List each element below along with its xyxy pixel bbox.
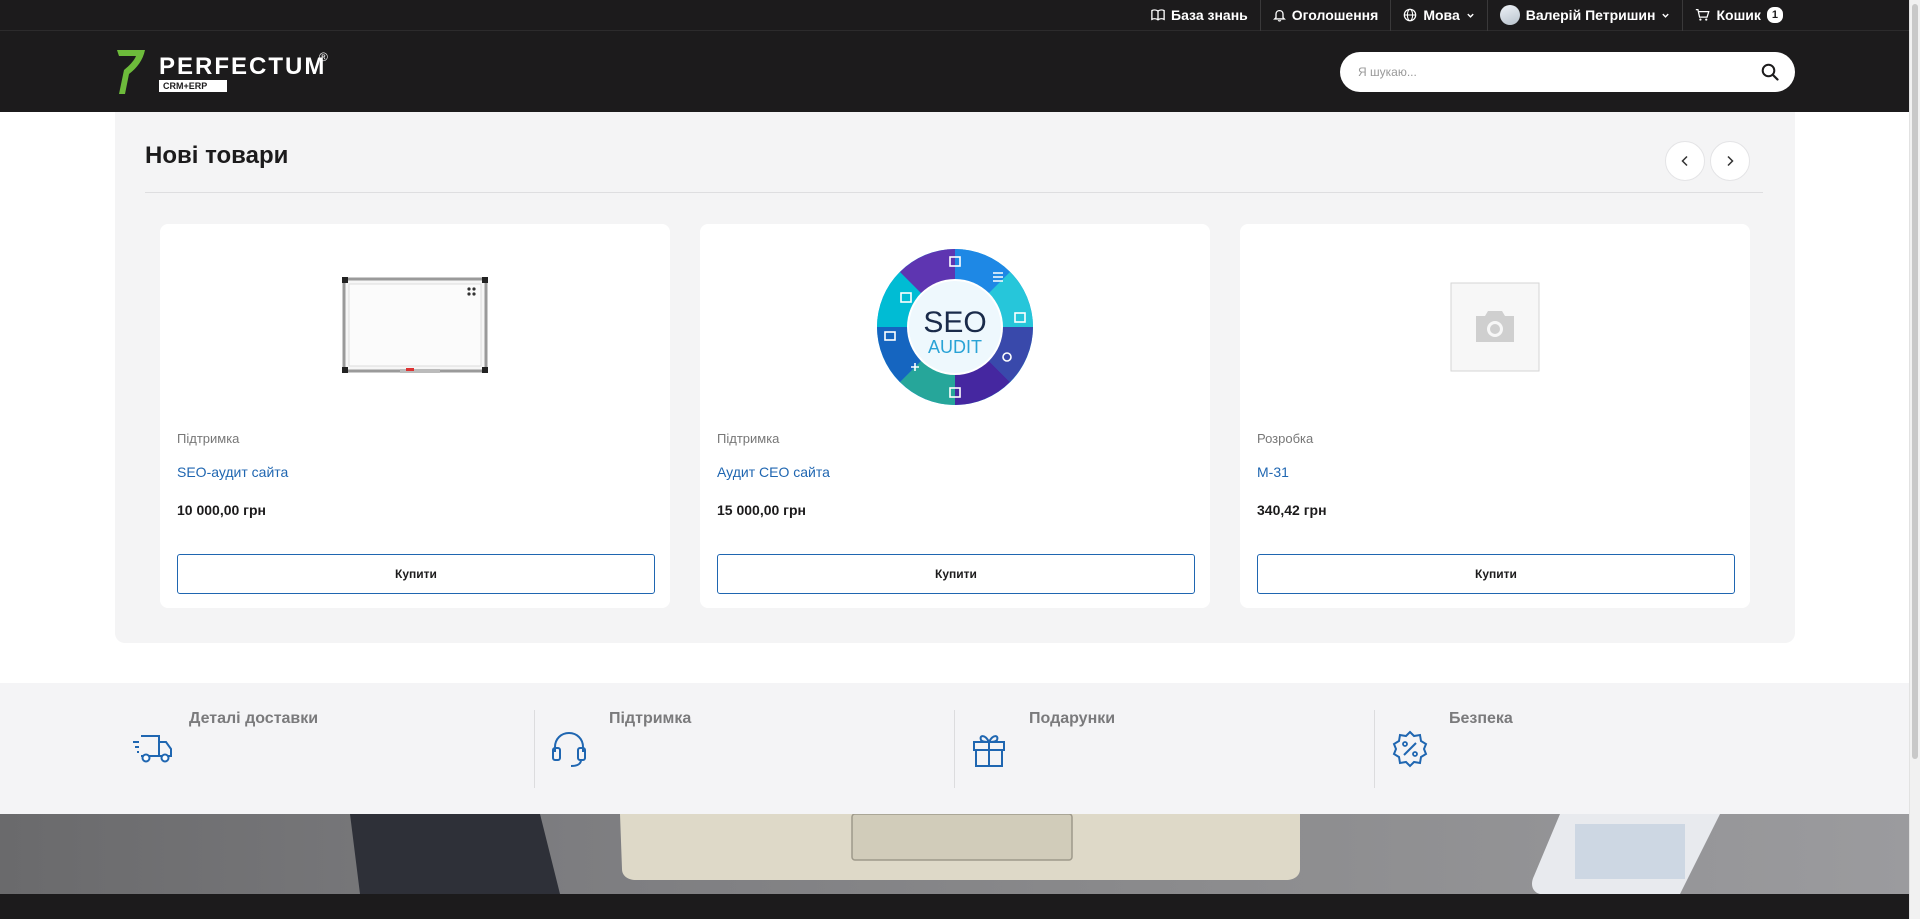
bell-icon (1272, 9, 1286, 22)
background-photo-banner (0, 814, 1909, 894)
product-price: 15 000,00 грн (717, 502, 807, 518)
language-label: Мова (1423, 7, 1460, 23)
page-scrollbar[interactable] (1909, 0, 1920, 919)
site-header: PERFECTUM CRM+ERP ® (0, 31, 1909, 112)
delivery-truck-icon (133, 735, 172, 763)
chevron-right-icon (1727, 155, 1734, 167)
discount-badge-icon (1392, 730, 1428, 768)
avatar (1499, 5, 1520, 25)
cart-icon (1696, 8, 1711, 21)
product-category: Розробка (1257, 431, 1314, 446)
product-name-link[interactable]: SEO-аудит сайта (177, 464, 288, 480)
search-icon[interactable] (1761, 63, 1779, 81)
announcements-label: Оголошення (1291, 7, 1379, 23)
camera-placeholder-icon (1450, 282, 1540, 372)
section-divider (145, 192, 1763, 193)
product-category: Підтримка (717, 431, 780, 446)
feature-title: Безпека (1449, 710, 1513, 727)
carousel-next-button[interactable] (1710, 141, 1750, 181)
search-box (1340, 52, 1795, 92)
book-icon (1151, 9, 1165, 21)
globe-icon (1404, 8, 1417, 22)
top-bar: База знань Оголошення Мова Валерій Петри… (0, 0, 1909, 31)
knowledge-base-link[interactable]: База знань (1139, 0, 1260, 31)
gift-icon (973, 735, 1005, 767)
logo-text: PERFECTUM (159, 53, 326, 80)
chevron-down-icon (1662, 13, 1670, 18)
product-category: Підтримка (177, 431, 240, 446)
cart-label: Кошик (1716, 7, 1761, 23)
buy-button[interactable]: Купити (717, 554, 1195, 594)
desk-photo-image (350, 814, 1720, 894)
features-strip: Деталі доставки Підтримка Подарунки Безп… (0, 683, 1909, 814)
product-image[interactable] (1240, 242, 1750, 412)
language-dropdown[interactable]: Мова (1390, 0, 1486, 31)
knowledge-base-label: База знань (1171, 7, 1248, 23)
chevron-left-icon (1681, 155, 1688, 167)
product-price: 10 000,00 грн (177, 502, 267, 518)
feature-title: Підтримка (609, 710, 692, 727)
product-card: Підтримка SEO-аудит сайта 10 000,00 грн … (160, 224, 670, 608)
product-card: SEO AUDIT Підтримка Аудит СЕО сайта 15 0… (700, 224, 1210, 608)
scrollbar-thumb[interactable] (1912, 4, 1918, 759)
product-image[interactable] (160, 242, 670, 412)
new-products-section: Нові товари Підтримка SEO-аудит сайта 10… (115, 112, 1795, 643)
feature-item: Підтримка (535, 710, 955, 786)
buy-button[interactable]: Купити (177, 554, 655, 594)
feature-item: Безпека (1375, 710, 1795, 786)
perfectum-logo[interactable]: PERFECTUM CRM+ERP ® (115, 48, 335, 96)
seo-image-subtext: AUDIT (928, 337, 982, 357)
product-name-link[interactable]: Аудит СЕО сайта (717, 464, 830, 480)
product-price: 340,42 грн (1257, 502, 1327, 518)
carousel-prev-button[interactable] (1665, 141, 1705, 181)
feature-item: Деталі доставки (115, 710, 535, 786)
cart-link[interactable]: Кошик 1 (1682, 0, 1795, 31)
user-name: Валерій Петришин (1525, 7, 1656, 23)
cart-count-badge: 1 (1766, 7, 1783, 23)
product-card: Розробка М-31 340,42 грн Купити (1240, 224, 1750, 608)
logo-sub: CRM+ERP (163, 81, 207, 91)
seo-audit-image: SEO AUDIT (877, 249, 1033, 405)
buy-button[interactable]: Купити (1257, 554, 1735, 594)
logo-registered-mark: ® (319, 50, 328, 64)
seo-image-text: SEO (923, 306, 986, 339)
chevron-down-icon (1467, 13, 1474, 18)
headset-icon (552, 731, 586, 767)
feature-title: Деталі доставки (189, 710, 319, 727)
user-menu[interactable]: Валерій Петришин (1486, 0, 1683, 31)
section-title: Нові товари (145, 142, 289, 169)
product-image[interactable]: SEO AUDIT (700, 242, 1210, 412)
feature-item: Подарунки (955, 710, 1375, 786)
whiteboard-image (342, 277, 488, 373)
feature-title: Подарунки (1029, 710, 1116, 727)
search-input[interactable] (1358, 65, 1761, 79)
product-name-link[interactable]: М-31 (1257, 464, 1289, 480)
announcements-link[interactable]: Оголошення (1259, 0, 1391, 31)
footer (0, 894, 1909, 919)
